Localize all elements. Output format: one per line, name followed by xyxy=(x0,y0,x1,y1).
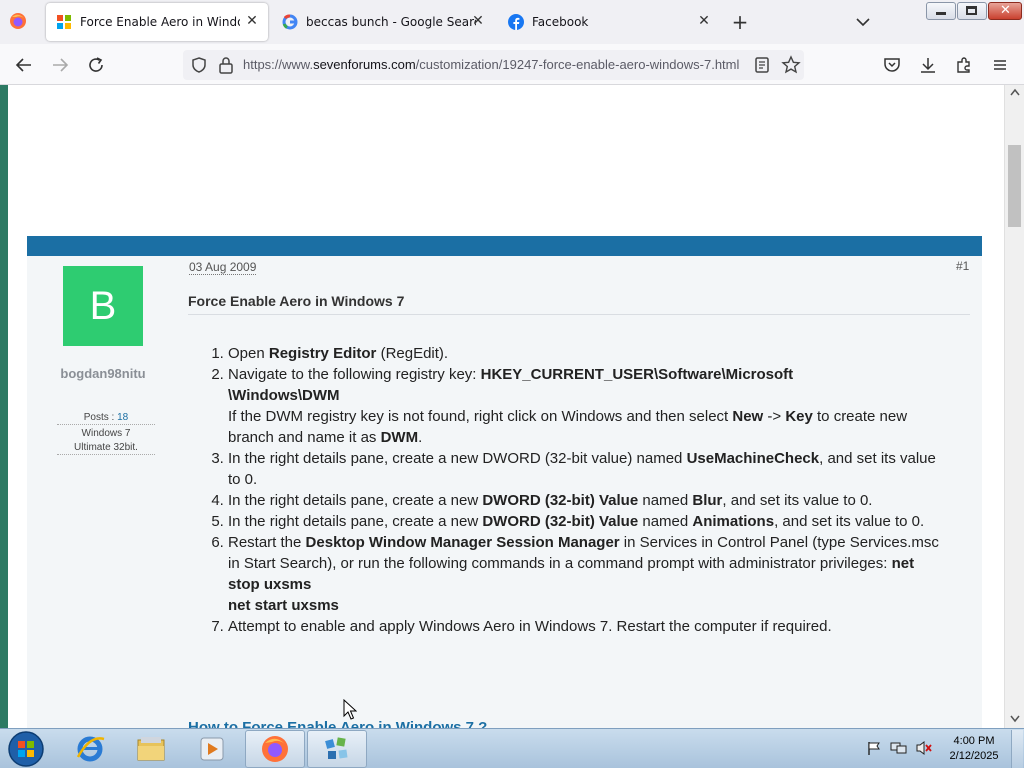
internet-explorer-icon xyxy=(76,736,105,762)
extensions-button[interactable] xyxy=(952,53,976,77)
clock-time: 4:00 PM xyxy=(953,735,995,747)
user-os-line2: Ultimate 32bit. xyxy=(57,441,155,455)
forward-button[interactable] xyxy=(48,53,72,77)
minimize-icon xyxy=(936,12,946,15)
title-divider xyxy=(188,314,970,315)
scroll-up-icon[interactable] xyxy=(1009,87,1021,97)
download-icon xyxy=(921,58,935,73)
posts-count-link[interactable]: 18 xyxy=(117,412,128,423)
network-icon[interactable] xyxy=(890,740,908,756)
app-grid-icon xyxy=(325,737,348,759)
arrow-right-icon xyxy=(53,58,69,72)
reload-button[interactable] xyxy=(84,53,108,77)
next-section-heading: How to Force Enable Aero in Windows 7 ? xyxy=(188,719,488,728)
post-title: Force Enable Aero in Windows 7 xyxy=(188,293,405,309)
avatar[interactable]: B xyxy=(63,266,143,346)
taskbar-file-explorer[interactable] xyxy=(121,730,181,768)
hamburger-menu-icon xyxy=(994,60,1006,70)
tab-title: Facebook xyxy=(532,15,589,29)
url-text[interactable]: https://www.sevenforums.com/customizatio… xyxy=(243,57,743,72)
star-bookmark-icon[interactable] xyxy=(781,55,801,75)
post-number-link[interactable]: #1 xyxy=(956,259,969,273)
tab-google-search[interactable]: beccas bunch - Google Search ✕ xyxy=(272,3,494,41)
mouse-cursor-icon xyxy=(343,699,357,720)
menu-button[interactable] xyxy=(988,53,1012,77)
tab-strip: Force Enable Aero in Windows 7 ✕ beccas … xyxy=(0,0,1024,44)
tab-facebook[interactable]: Facebook ✕ xyxy=(498,3,720,41)
taskbar: 4:00 PM 2/12/2025 xyxy=(0,728,1024,768)
reader-view-icon[interactable] xyxy=(753,56,771,74)
url-bar[interactable]: https://www.sevenforums.com/customizatio… xyxy=(183,50,804,80)
user-post-count: Posts : 18 xyxy=(57,411,155,425)
google-favicon xyxy=(282,14,298,30)
posts-label: Posts : xyxy=(83,412,118,423)
taskbar-firefox[interactable] xyxy=(245,730,305,768)
username-link[interactable]: bogdan98nitu xyxy=(40,366,166,381)
firefox-icon xyxy=(10,13,26,29)
pocket-icon xyxy=(884,58,900,72)
reload-icon xyxy=(89,57,103,72)
close-window-button[interactable]: ✕ xyxy=(988,2,1022,20)
user-os-line1: Windows 7 xyxy=(81,428,131,439)
tab-title: beccas bunch - Google Search xyxy=(306,15,476,29)
shield-icon[interactable] xyxy=(190,56,208,74)
folder-icon xyxy=(137,737,165,761)
windows-start-orb-icon xyxy=(8,731,44,767)
scrollbar-thumb[interactable] xyxy=(1008,145,1021,227)
media-player-icon xyxy=(200,737,224,761)
post-date: 03 Aug 2009 xyxy=(189,260,257,275)
scroll-down-icon[interactable] xyxy=(1009,714,1021,724)
list-all-tabs-button[interactable] xyxy=(853,12,875,32)
taskbar-clock[interactable]: 4:00 PM 2/12/2025 xyxy=(944,734,1004,764)
page-left-border xyxy=(0,85,8,728)
close-tab-icon[interactable]: ✕ xyxy=(696,13,712,29)
close-tab-icon[interactable]: ✕ xyxy=(244,13,260,29)
arrow-left-icon xyxy=(15,58,31,72)
list-item: Navigate to the following registry key: … xyxy=(228,364,940,448)
taskbar-media-player[interactable] xyxy=(182,730,242,768)
clock-date: 2/12/2025 xyxy=(949,750,999,762)
volume-muted-icon[interactable] xyxy=(915,740,933,756)
restore-button[interactable] xyxy=(957,2,987,20)
instruction-list: Open Registry Editor (RegEdit). Navigate… xyxy=(210,343,940,637)
list-item: In the right details pane, create a new … xyxy=(228,511,940,532)
action-center-flag-icon[interactable] xyxy=(866,740,882,756)
restore-icon xyxy=(966,6,977,15)
sevenforums-favicon xyxy=(57,15,71,29)
post-header-bar xyxy=(27,236,982,256)
facebook-favicon xyxy=(508,14,524,30)
list-item: Restart the Desktop Window Manager Sessi… xyxy=(228,532,940,616)
taskbar-app[interactable] xyxy=(307,730,367,768)
navigation-toolbar: https://www.sevenforums.com/customizatio… xyxy=(0,44,1024,85)
puzzle-icon xyxy=(957,57,970,73)
list-item: Open Registry Editor (RegEdit). xyxy=(228,343,940,364)
downloads-button[interactable] xyxy=(916,53,940,77)
tab-force-enable-aero[interactable]: Force Enable Aero in Windows 7 ✕ xyxy=(46,3,268,41)
minimize-button[interactable] xyxy=(926,2,956,20)
show-desktop-button[interactable] xyxy=(1011,730,1023,768)
close-tab-icon[interactable]: ✕ xyxy=(470,13,486,29)
back-button[interactable] xyxy=(12,53,36,77)
list-item: In the right details pane, create a new … xyxy=(228,490,940,511)
start-button[interactable] xyxy=(6,730,46,768)
chevron-down-icon xyxy=(856,18,870,27)
firefox-view-button[interactable] xyxy=(8,11,30,33)
pocket-button[interactable] xyxy=(880,53,904,77)
new-tab-button[interactable]: + xyxy=(729,11,751,33)
list-item: Attempt to enable and apply Windows Aero… xyxy=(228,616,940,637)
close-icon: ✕ xyxy=(1000,3,1011,18)
list-item: In the right details pane, create a new … xyxy=(228,448,940,490)
lock-icon[interactable] xyxy=(218,56,234,74)
taskbar-internet-explorer[interactable] xyxy=(60,730,120,768)
firefox-icon xyxy=(262,736,288,762)
tab-title: Force Enable Aero in Windows 7 xyxy=(80,15,240,29)
